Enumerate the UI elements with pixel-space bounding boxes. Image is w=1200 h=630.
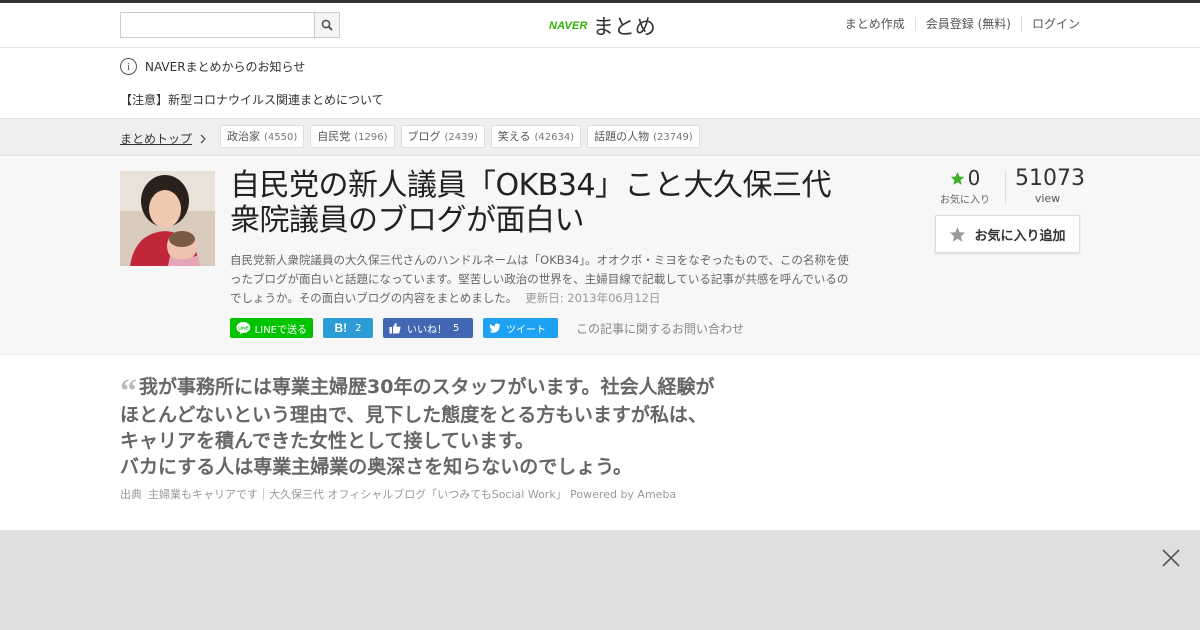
- site-logo[interactable]: NAVER まとめ: [549, 11, 656, 41]
- article-thumbnail[interactable]: [120, 171, 215, 266]
- quote-mark-icon: “: [120, 373, 137, 410]
- view-count-label: view: [1034, 192, 1061, 205]
- favorite-count-number: 0: [967, 166, 981, 190]
- tag-item[interactable]: 政治家 (4550): [220, 125, 305, 148]
- info-icon: i: [120, 58, 137, 75]
- facebook-like-label: いいね！: [407, 324, 447, 336]
- tag-label: 政治家: [227, 130, 260, 143]
- tag-count: (1296): [354, 132, 388, 143]
- tag-label: 自民党: [317, 130, 351, 143]
- line-share-button[interactable]: LINE LINEで送る: [230, 318, 313, 338]
- article-description: 自民党新人衆院議員の大久保三代さんのハンドルネームは「OKB34」。オオクボ・ミ…: [230, 251, 850, 308]
- hatena-bookmark-button[interactable]: B! 2: [323, 318, 373, 338]
- favorite-count: 0 お気に入り: [935, 166, 995, 206]
- notice-area: i NAVERまとめからのお知らせ 【注意】新型コロナウイルス関連まとめについて: [0, 48, 1200, 118]
- chevron-right-icon: [200, 134, 206, 143]
- tag-label: ブログ: [407, 130, 441, 143]
- article-title: 自民党の新人議員「OKB34」こと大久保三代衆院議員のブログが面白い: [230, 168, 832, 238]
- search-box: [120, 12, 340, 38]
- create-matome-link[interactable]: まとめ作成: [835, 17, 915, 31]
- twitter-bird-icon: [489, 323, 501, 333]
- hatena-count: 2: [355, 322, 362, 334]
- ad-overlay-area: [0, 530, 1200, 630]
- search-icon: [321, 19, 333, 31]
- updated-date: 更新日: 2013年06月12日: [525, 291, 661, 305]
- quote-line: “我が事務所には専業主婦歴30年のスタッフがいます。社会人経験が: [120, 373, 760, 410]
- line-icon: LINE: [236, 322, 251, 335]
- site-header: NAVER まとめ まとめ作成 会員登録 (無料) ログイン: [0, 3, 1200, 48]
- tag-item[interactable]: ブログ (2439): [400, 125, 485, 148]
- search-button[interactable]: [314, 13, 339, 37]
- close-icon[interactable]: [1161, 548, 1181, 568]
- tag-label: 笑える: [497, 130, 531, 143]
- view-count: 51073 view: [1015, 166, 1085, 205]
- star-icon: [950, 171, 964, 185]
- article-header: 自民党の新人議員「OKB34」こと大久保三代衆院議員のブログが面白い 自民党新人…: [0, 156, 1200, 355]
- favorite-count-label: お気に入り: [940, 195, 990, 206]
- notice-item-link[interactable]: 【注意】新型コロナウイルス関連まとめについて: [120, 91, 384, 108]
- notice-title: NAVERまとめからのお知らせ: [145, 60, 306, 74]
- article-stats: 0 お気に入り 51073 view: [935, 166, 1085, 206]
- quote-line-text: 我が事務所には専業主婦歴30年のスタッフがいます。社会人経験が: [139, 376, 715, 398]
- breadcrumb[interactable]: まとめトップ: [120, 130, 207, 147]
- search-input[interactable]: [121, 13, 315, 37]
- thumbs-up-icon: [389, 323, 401, 334]
- tweet-label: ツイート: [506, 324, 546, 336]
- quote-source: 出典 主婦業もキャリアです｜大久保三代 オフィシャルブログ「いつみてもSocia…: [120, 486, 676, 502]
- login-link[interactable]: ログイン: [1020, 17, 1080, 31]
- stats-divider: [1005, 170, 1006, 204]
- facebook-like-count: 5: [453, 322, 460, 334]
- tag-bar: まとめトップ 政治家 (4550) 自民党 (1296) ブログ (2439) 笑える…: [0, 118, 1200, 156]
- tag-item[interactable]: 笑える (42634): [490, 125, 582, 148]
- signup-link[interactable]: 会員登録 (無料): [914, 17, 1021, 31]
- quote-line: バカにする人は専業主婦業の奥深さを知らないのでしょう。: [120, 456, 633, 478]
- share-bar: LINE LINEで送る B! 2 いいね！ 5 ツイート この記事に関するお問…: [230, 318, 744, 338]
- tag-item[interactable]: 話題の人物 (23749): [587, 125, 700, 148]
- tag-count: (23749): [653, 132, 693, 143]
- svg-text:LINE: LINE: [238, 325, 248, 330]
- facebook-like-button[interactable]: いいね！ 5: [383, 318, 473, 338]
- tag-count: (42634): [534, 132, 575, 143]
- add-favorite-label: お気に入り追加: [974, 228, 1066, 244]
- notice-title-row: i NAVERまとめからのお知らせ: [120, 58, 305, 75]
- tag-item[interactable]: 自民党 (1296): [310, 125, 395, 148]
- quote-line: キャリアを積んできた女性として接しています。: [120, 430, 535, 452]
- logo-name: まとめ: [592, 15, 656, 39]
- tag-label: 話題の人物: [594, 130, 650, 143]
- quote-block: “我が事務所には専業主婦歴30年のスタッフがいます。社会人経験が ほとんどないと…: [120, 374, 760, 480]
- tag-list: 政治家 (4550) 自民党 (1296) ブログ (2439) 笑える (42634)…: [220, 125, 700, 148]
- quote-line: ほとんどないという理由で、見下した態度をとる方もいますが私は、: [120, 404, 707, 426]
- source-label: 出典: [120, 488, 142, 501]
- breadcrumb-top-label: まとめトップ: [120, 132, 193, 146]
- tag-count: (4550): [264, 132, 298, 143]
- logo-brand: NAVER: [549, 20, 588, 32]
- view-count-number: 51073: [1015, 166, 1085, 191]
- twitter-tweet-button[interactable]: ツイート: [483, 318, 558, 338]
- line-share-label: LINEで送る: [254, 324, 307, 336]
- inquiry-link[interactable]: この記事に関するお問い合わせ: [576, 320, 744, 337]
- source-link[interactable]: 主婦業もキャリアです｜大久保三代 オフィシャルブログ「いつみてもSocial W…: [148, 486, 676, 502]
- star-icon: [950, 226, 966, 242]
- header-nav: まとめ作成 会員登録 (無料) ログイン: [835, 17, 1080, 31]
- hatena-icon: B!: [334, 321, 348, 335]
- thumbnail-image: [120, 171, 215, 266]
- tag-count: (2439): [444, 132, 478, 143]
- add-favorite-button[interactable]: お気に入り追加: [935, 215, 1080, 253]
